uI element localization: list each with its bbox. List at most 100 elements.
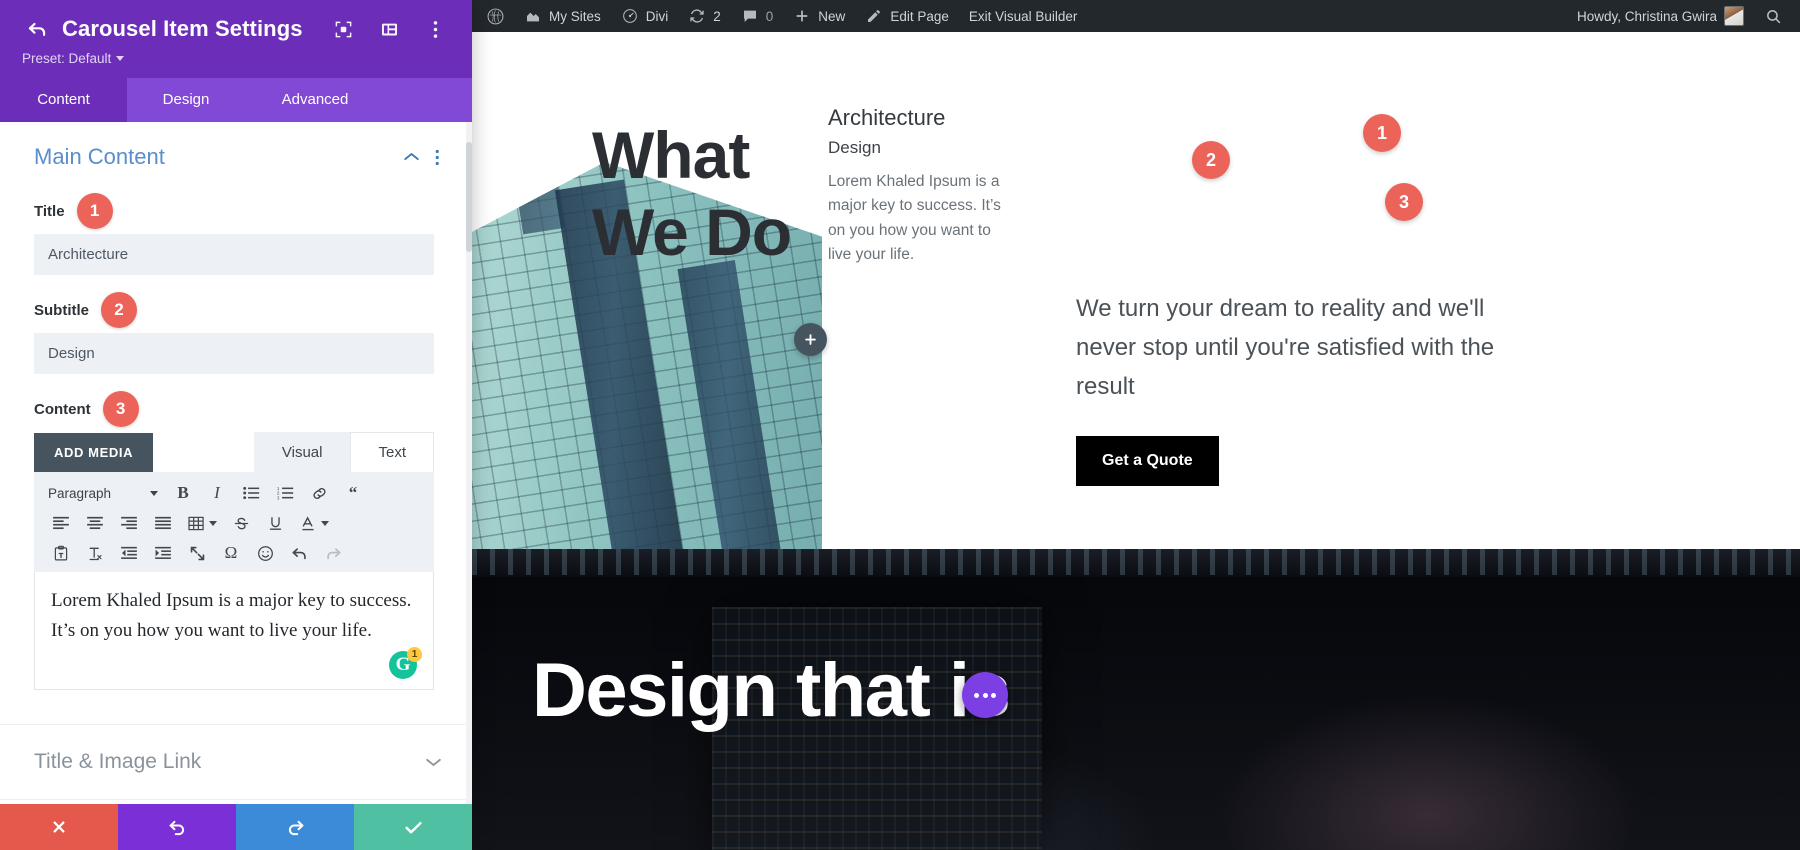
add-module-button[interactable] [794,323,827,356]
preview-marker-3: 3 [1385,183,1423,221]
editor-content-area[interactable]: Lorem Khaled Ipsum is a major key to suc… [34,572,434,690]
table-icon[interactable] [180,508,224,538]
check-icon [404,819,423,836]
numbered-list-icon[interactable]: 123 [268,478,302,508]
admin-bar-account[interactable]: Howdy, Christina Gwira [1567,0,1754,32]
panel-body: Main Content Title 1 Subtitle 2 [0,122,472,804]
subtitle-input[interactable] [34,333,434,374]
panel-tabs: Content Design Advanced [0,78,472,122]
redo-button[interactable] [236,804,354,850]
title-and-image-link-label: Title & Image Link [34,750,202,773]
content-field-group: Content 3 ADD MEDIA Visual Text Paragrap… [0,391,472,690]
preset-selector[interactable]: Preset: Default [22,51,452,66]
get-a-quote-button[interactable]: Get a Quote [1076,435,1219,486]
underline-icon[interactable] [258,508,292,538]
editor-toolbar: Paragraph B I 123 “ Ω [34,472,434,572]
admin-bar-new[interactable]: New [783,0,855,32]
editor-tab-visual[interactable]: Visual [253,432,351,472]
admin-bar-comments[interactable]: 0 [731,0,784,32]
section-title: Main Content [34,144,165,169]
subtitle-field-group: Subtitle 2 [0,292,472,374]
hero-right-block: We turn your dream to reality and we'll … [1076,290,1506,486]
comments-bubble-icon [741,7,759,25]
chevron-down-icon [320,520,329,526]
admin-bar-howdy-label: Howdy, Christina Gwira [1576,8,1717,24]
bulleted-list-icon[interactable] [234,478,268,508]
editor-toolbar-row-2 [44,508,430,538]
carousel-item-subtitle: Design [828,137,881,157]
ellipsis-icon [974,692,996,698]
grammarly-icon[interactable]: G 1 [389,647,422,681]
redo-icon[interactable] [316,538,350,568]
content-field-label-row: Content 3 [34,391,434,427]
redo-icon [286,818,305,836]
outdent-icon[interactable] [112,538,146,568]
format-select[interactable]: Paragraph [44,479,166,507]
preview-marker-2: 2 [1192,141,1230,179]
italic-icon[interactable]: I [200,478,234,508]
page-title: Carousel Item Settings [62,16,303,41]
bold-icon[interactable]: B [166,478,200,508]
admin-bar-my-sites-label: My Sites [549,8,601,24]
divi-speedometer-icon [621,7,639,25]
editor-toolbar-row-3: Ω [44,538,430,568]
link-icon[interactable] [302,478,336,508]
title-and-image-link-section[interactable]: Title & Image Link [0,724,472,800]
editor-tab-text[interactable]: Text [350,432,434,472]
chevron-down-icon [208,520,217,526]
panel-header-row: Carousel Item Settings [22,14,452,44]
tab-advanced[interactable]: Advanced [245,78,385,122]
align-left-icon[interactable] [44,508,78,538]
undo-icon[interactable] [282,538,316,568]
tab-content[interactable]: Content [0,78,127,122]
building-photo [472,32,822,581]
special-character-icon[interactable]: Ω [214,538,248,568]
save-button[interactable] [354,804,472,850]
panel-scrollbar[interactable] [466,122,472,804]
admin-bar-updates-count: 2 [713,8,721,24]
close-x-icon [51,819,67,835]
editor-toolbar-row-1: Paragraph B I 123 “ [44,478,430,508]
align-justify-icon[interactable] [146,508,180,538]
align-right-icon[interactable] [112,508,146,538]
paste-as-text-icon[interactable] [44,538,78,568]
callout-marker-2: 2 [101,292,137,328]
chevron-down-icon[interactable] [420,749,446,775]
emoji-icon[interactable] [248,538,282,568]
editor-top-row: ADD MEDIA Visual Text [34,432,434,472]
admin-bar-edit-page[interactable]: Edit Page [855,0,959,32]
strikethrough-icon[interactable] [224,508,258,538]
cancel-button[interactable] [0,804,118,850]
text-color-icon[interactable] [292,508,336,538]
carousel-item-card[interactable]: Architecture Design Lorem Khaled Ipsum i… [828,104,1003,268]
clear-formatting-icon[interactable] [78,538,112,568]
kebab-menu-icon[interactable] [424,18,446,40]
focus-target-icon[interactable] [332,18,354,40]
title-input[interactable] [34,234,434,275]
admin-bar-wordpress-logo[interactable] [476,0,514,32]
fullscreen-icon[interactable] [180,538,214,568]
tab-design[interactable]: Design [127,78,245,122]
chevron-up-icon[interactable] [398,144,424,170]
section-kebab-menu-icon[interactable] [424,144,450,170]
admin-bar-my-sites[interactable]: My Sites [514,0,611,32]
align-center-icon[interactable] [78,508,112,538]
admin-bar-divi[interactable]: Divi [611,0,679,32]
back-button[interactable] [22,14,52,44]
blockquote-icon[interactable]: “ [336,478,370,508]
panel-scrollbar-thumb[interactable] [466,142,472,252]
add-media-button[interactable]: ADD MEDIA [34,433,154,472]
admin-bar-updates[interactable]: 2 [678,0,731,32]
wp-admin-bar: My Sites Divi 2 0 New Edit Page Exit Vis… [472,0,1800,32]
indent-icon[interactable] [146,538,180,568]
chevron-down-icon [150,490,158,496]
layout-columns-icon[interactable] [378,18,400,40]
page-settings-fab[interactable] [962,672,1008,718]
admin-bar-edit-page-label: Edit Page [890,8,949,24]
admin-bar-comments-count: 0 [765,8,774,24]
admin-bar-exit-visual-builder[interactable]: Exit Visual Builder [959,0,1088,32]
admin-bar-search[interactable] [1754,0,1792,32]
subtitle-field-label-row: Subtitle 2 [34,292,434,328]
wysiwyg-editor: ADD MEDIA Visual Text Paragraph B I 1 2 … [34,432,434,690]
undo-button[interactable] [118,804,236,850]
